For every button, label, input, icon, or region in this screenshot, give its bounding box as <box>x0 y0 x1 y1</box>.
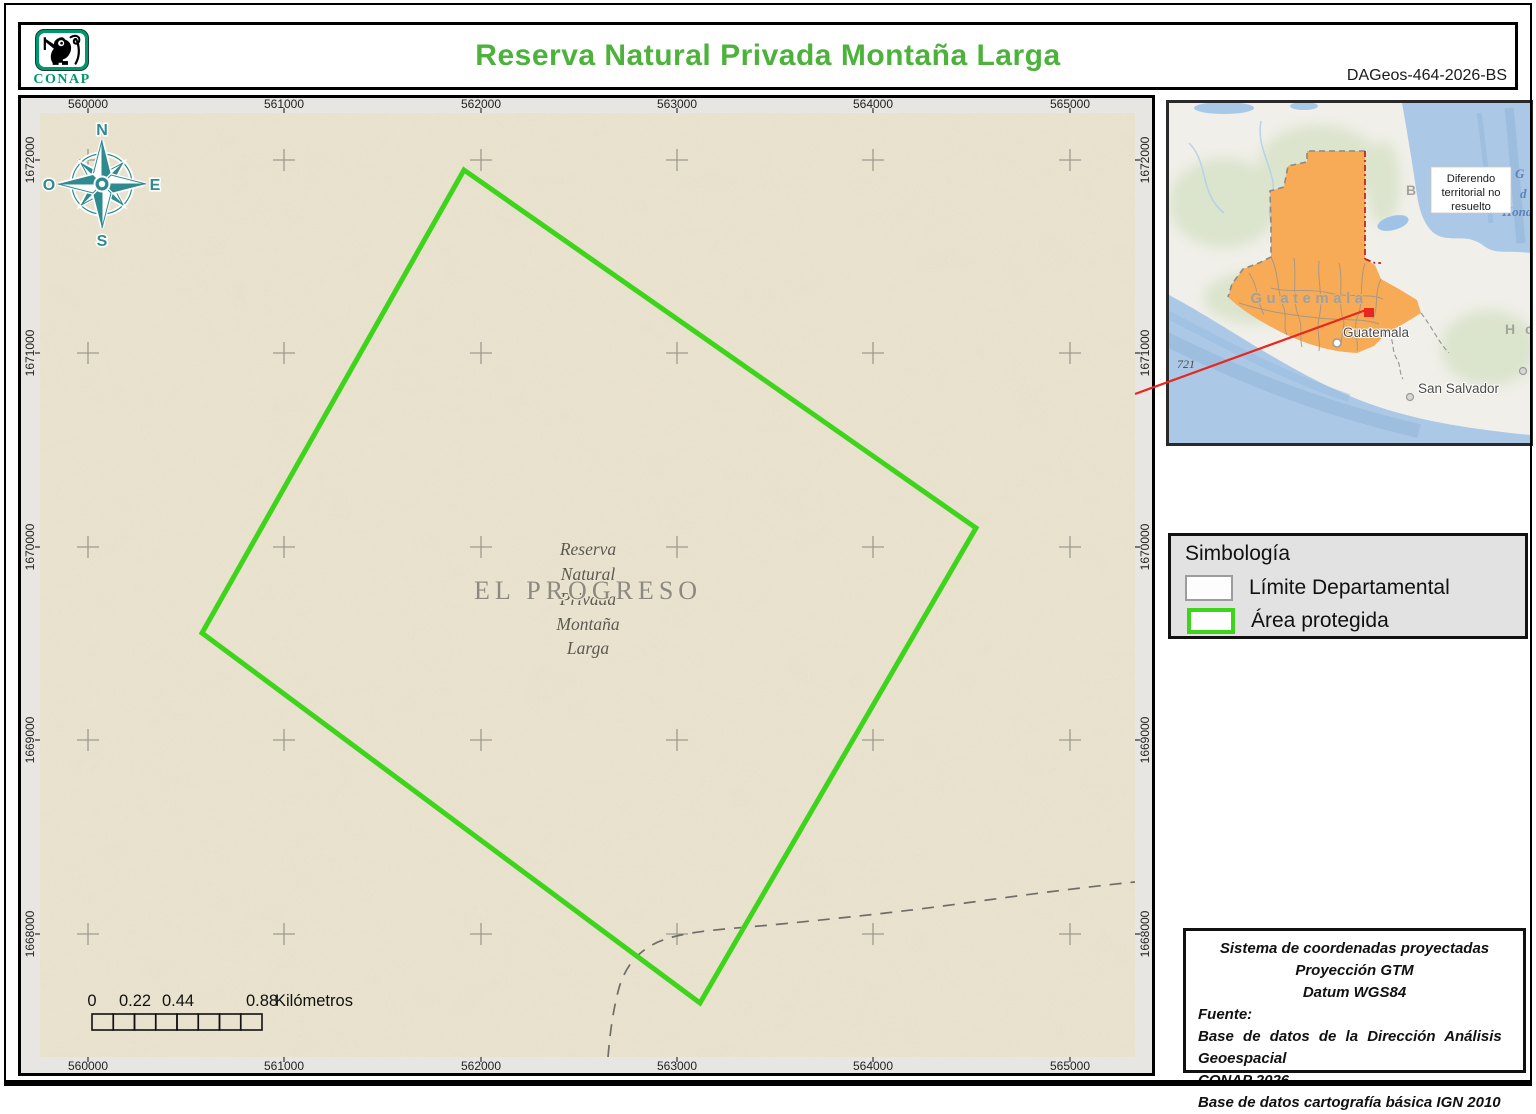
inset-country-label: Guatemala <box>1250 290 1367 307</box>
legend: Simbología Límite Departamental Área pro… <box>1168 533 1528 639</box>
grid-label-bottom-0: 560000 <box>68 1059 108 1073</box>
credits-source-line-3: Base de datos cartografía básica IGN 201… <box>1198 1092 1511 1114</box>
credits-box: Sistema de coordenadas proyectadas Proye… <box>1183 928 1526 1073</box>
grid-label-left-0: 1672000 <box>23 136 37 183</box>
territorial-note-line-1: territorial no <box>1441 187 1500 199</box>
legend-item-departmental: Límite Departamental <box>1185 575 1525 601</box>
scalebar-label-1: 0.22 <box>119 992 151 1010</box>
grid-label-bottom-5: 565000 <box>1050 1059 1090 1073</box>
legend-label-protected: Área protegida <box>1251 609 1389 633</box>
legend-label-departmental: Límite Departamental <box>1249 576 1450 600</box>
compass-label-north: N <box>96 122 108 139</box>
credits-projection: Proyección GTM <box>1198 960 1511 982</box>
credits-datum: Datum WGS84 <box>1198 982 1511 1004</box>
legend-swatch-departmental <box>1185 575 1233 601</box>
reserve-name-line-0: Reserva <box>559 539 617 559</box>
grid-label-top-2: 562000 <box>461 98 501 111</box>
compass-label-south: S <box>97 233 108 250</box>
grid-label-top-3: 563000 <box>657 98 697 111</box>
territorial-note-line-0: Diferendo <box>1447 173 1496 185</box>
credits-coordinate-system: Sistema de coordenadas proyectadas <box>1198 938 1511 960</box>
inset-city-marker-2 <box>1520 368 1527 375</box>
legend-swatch-protected <box>1187 608 1235 634</box>
legend-title: Simbología <box>1185 542 1525 566</box>
grid-label-right-4: 1668000 <box>1138 910 1152 957</box>
grid-label-right-0: 1672000 <box>1138 136 1152 183</box>
grid-label-top-5: 565000 <box>1050 98 1090 111</box>
reserve-name-line-3: Montaña <box>555 614 619 634</box>
grid-label-right-3: 1669000 <box>1138 716 1152 763</box>
header: CONAP Reserva Natural Privada Montaña La… <box>18 22 1518 90</box>
inset-gulf-fragment-1: d <box>1520 186 1527 201</box>
grid-label-bottom-4: 564000 <box>853 1059 893 1073</box>
inset-contour-label: 721 <box>1177 357 1195 371</box>
scalebar-label-0: 0 <box>87 992 96 1010</box>
main-map-canvas: 560000 561000 562000 563000 564000 56500… <box>21 98 1152 1073</box>
scalebar-label-2: 0.44 <box>162 992 194 1010</box>
grid-label-bottom-3: 563000 <box>657 1059 697 1073</box>
grid-label-right-2: 1670000 <box>1138 523 1152 570</box>
grid-label-right-1: 1671000 <box>1138 329 1152 376</box>
reserve-name-line-4: Larga <box>566 638 609 658</box>
grid-label-top-4: 564000 <box>853 98 893 111</box>
territorial-note: Diferendo territorial no resuelto <box>1431 167 1511 213</box>
scalebar-label-3: 0.88 <box>246 992 278 1010</box>
grid-label-left-1: 1671000 <box>23 329 37 376</box>
inset-capital-label: Guatemala <box>1343 325 1410 340</box>
grid-label-top-1: 561000 <box>264 98 304 111</box>
scalebar-unit: Kilómetros <box>275 992 353 1010</box>
map-sheet: { "header": { "org_name": "CONAP", "titl… <box>0 0 1536 1089</box>
department-name-label: EL PROGRESO <box>474 576 702 605</box>
credits-source-line-1: Base de datos de la Dirección Análisis G… <box>1198 1026 1511 1070</box>
main-map: 560000 561000 562000 563000 564000 56500… <box>18 95 1155 1076</box>
inset-gulf-fragment-0: G <box>1515 166 1525 181</box>
credits-source-label: Fuente: <box>1198 1004 1511 1026</box>
grid-label-bottom-1: 561000 <box>264 1059 304 1073</box>
inset-belize-label: B <box>1406 182 1419 198</box>
document-id: DAGeos-464-2026-BS <box>1347 67 1507 85</box>
inset-map-canvas: G d Hond B Guatemala H o 721 Guatemala S… <box>1169 103 1530 443</box>
page-title: Reserva Natural Privada Montaña Larga <box>21 25 1515 87</box>
legend-item-protected: Área protegida <box>1185 608 1525 634</box>
compass-label-west: O <box>43 177 55 194</box>
inset-san-salvador-marker <box>1407 394 1414 401</box>
grid-label-left-2: 1670000 <box>23 523 37 570</box>
inset-san-salvador-label: San Salvador <box>1418 381 1500 396</box>
reserve-location-marker <box>1364 308 1374 317</box>
grid-label-top-0: 560000 <box>68 98 108 111</box>
territorial-note-line-2: resuelto <box>1451 201 1491 213</box>
grid-label-bottom-2: 562000 <box>461 1059 501 1073</box>
grid-label-left-3: 1669000 <box>23 716 37 763</box>
compass-label-east: E <box>150 177 161 194</box>
inset-capital-marker <box>1333 339 1341 347</box>
inset-honduras-label: H o <box>1505 321 1530 337</box>
grid-label-left-4: 1668000 <box>23 910 37 957</box>
inset-map: G d Hond B Guatemala H o 721 Guatemala S… <box>1166 100 1533 446</box>
